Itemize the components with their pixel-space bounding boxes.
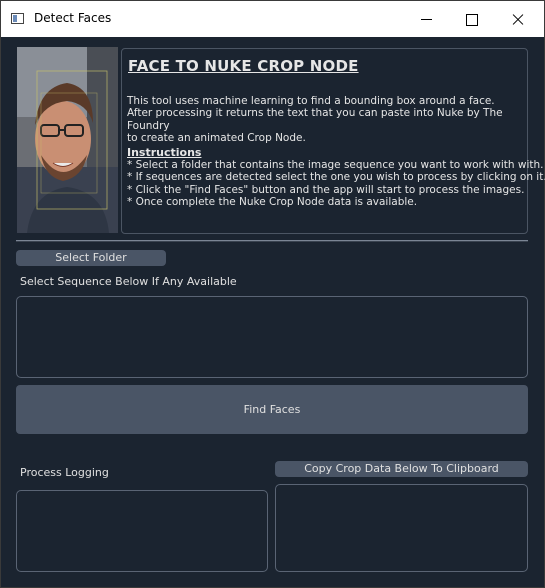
- description-line: This tool uses machine learning to find …: [127, 95, 495, 107]
- sequence-list[interactable]: [16, 296, 528, 378]
- description-line: After processing it returns the text tha…: [127, 107, 503, 132]
- window-title: Detect Faces: [34, 11, 112, 25]
- copy-crop-data-button[interactable]: Copy Crop Data Below To Clipboard: [275, 461, 528, 477]
- instruction-item: * Select a folder that contains the imag…: [127, 159, 544, 171]
- instructions-list: * Select a folder that contains the imag…: [127, 159, 545, 209]
- process-logging-label: Process Logging: [20, 466, 109, 479]
- instructions-title: Instructions: [127, 146, 202, 159]
- description-line: to create an animated Crop Node.: [127, 132, 306, 145]
- info-panel: FACE TO NUKE CROP NODE This tool uses ma…: [121, 48, 545, 234]
- instruction-item: * If sequences are detected select the o…: [127, 171, 545, 184]
- face-preview-image: [17, 47, 118, 233]
- minimize-button[interactable]: [403, 1, 449, 37]
- select-folder-button[interactable]: Select Folder: [16, 250, 166, 266]
- info-description: This tool uses machine learning to find …: [127, 95, 523, 145]
- instruction-item: * Once complete the Nuke Crop Node data …: [127, 196, 418, 209]
- info-heading: FACE TO NUKE CROP NODE: [128, 57, 359, 75]
- app-window: Detect Faces FACE TO NUKE CROP NODE This…: [0, 0, 545, 588]
- close-button[interactable]: [495, 1, 541, 37]
- divider: [16, 240, 528, 242]
- sequence-label: Select Sequence Below If Any Available: [20, 275, 237, 288]
- title-bar[interactable]: Detect Faces: [1, 1, 544, 37]
- instruction-item: * Click the "Find Faces" button and the …: [127, 183, 525, 196]
- process-log-output[interactable]: [16, 490, 268, 572]
- find-faces-button[interactable]: Find Faces: [16, 385, 528, 434]
- app-window-icon: [11, 13, 24, 24]
- crop-data-output[interactable]: [275, 484, 528, 572]
- maximize-button[interactable]: [449, 1, 495, 37]
